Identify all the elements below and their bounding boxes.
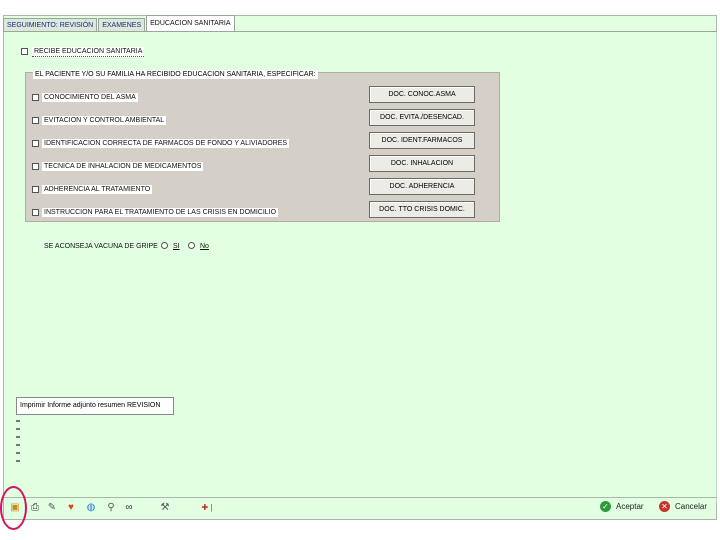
doc-evita-desencad-button[interactable]: DOC. EVITA./DESENCAD. <box>369 109 475 126</box>
vacuna-no-radio[interactable] <box>188 242 195 249</box>
print-report-button[interactable]: Imprimir Informe adjunto resumen REVISIO… <box>16 397 174 415</box>
item-label-identificacion: IDENTIFICACION CORRECTA DE FARMACOS DE F… <box>42 139 290 148</box>
vacuna-question: SE ACONSEJA VACUNA DE GRIPE <box>44 243 158 250</box>
item-label-crisis: INSTRUCCION PARA EL TRATAMIENTO DE LAS C… <box>42 208 279 217</box>
item-checkbox-adherencia[interactable] <box>32 186 39 193</box>
flag-icon[interactable]: ✚ | <box>200 503 214 513</box>
globe-icon[interactable]: ◍ <box>86 503 96 513</box>
doc-adherencia-button[interactable]: DOC. ADHERENCIA <box>369 178 475 195</box>
group-title: EL PACIENTE Y/O SU FAMILIA HA RECIBIDO E… <box>33 70 318 79</box>
accept-button[interactable]: Aceptar <box>616 502 644 511</box>
item-label-inhalacion: TECNICA DE INHALACION DE MEDICAMENTOS <box>42 162 204 171</box>
printer-icon[interactable]: ⎙ <box>30 503 40 513</box>
glasses-icon[interactable]: ∞ <box>124 503 134 513</box>
item-checkbox-crisis[interactable] <box>32 209 39 216</box>
heart-icon[interactable]: ♥ <box>66 503 76 513</box>
recibe-label: RECIBE EDUCACION SANITARIA <box>32 47 145 57</box>
pen-icon[interactable]: ✎ <box>47 503 57 513</box>
item-label-adherencia: ADHERENCIA AL TRATAMIENTO <box>42 185 153 194</box>
item-checkbox-identificacion[interactable] <box>32 140 39 147</box>
highlight-circle <box>0 486 27 530</box>
tool-icon[interactable]: ⚒ <box>160 503 170 513</box>
cancel-button[interactable]: Cancelar <box>675 502 707 511</box>
vacuna-si-radio[interactable] <box>161 242 168 249</box>
vacuna-si-label: SI <box>173 243 180 250</box>
doc-conoc-asma-button[interactable]: DOC. CONOC.ASMA <box>369 86 475 103</box>
item-label-conocimiento: CONOCIMIENTO DEL ASMA <box>42 93 138 102</box>
tab-examenes[interactable]: EXAMENES <box>98 18 146 31</box>
tab-educacion-sanitaria[interactable]: EDUCACION SANITARIA <box>146 15 235 31</box>
right-edge-line <box>716 32 717 502</box>
magnifier-icon[interactable]: ⚲ <box>106 503 116 513</box>
item-checkbox-inhalacion[interactable] <box>32 163 39 170</box>
item-label-evitacion: EVITACION Y CONTROL AMBIENTAL <box>42 116 167 125</box>
item-checkbox-conocimiento[interactable] <box>32 94 39 101</box>
cancel-icon[interactable]: ✕ <box>659 501 670 512</box>
tab-seguimiento[interactable]: SEGUIMIENTO: REVISIÓN <box>3 18 98 31</box>
vacuna-no-label: No <box>200 243 209 250</box>
doc-inhalacion-button[interactable]: DOC. INHALACION <box>369 155 475 172</box>
doc-ident-farmacos-button[interactable]: DOC. IDENT.FARMACOS <box>369 132 475 149</box>
tab-strip: SEGUIMIENTO: REVISIÓN EXAMENES EDUCACION… <box>3 15 236 32</box>
vertical-dotted-line <box>16 420 20 462</box>
tab-divider <box>3 31 717 32</box>
accept-icon[interactable]: ✓ <box>600 501 611 512</box>
recibe-checkbox[interactable] <box>21 48 28 55</box>
item-checkbox-evitacion[interactable] <box>32 117 39 124</box>
doc-tto-crisis-button[interactable]: DOC. TTO CRISIS DOMIC. <box>369 201 475 218</box>
